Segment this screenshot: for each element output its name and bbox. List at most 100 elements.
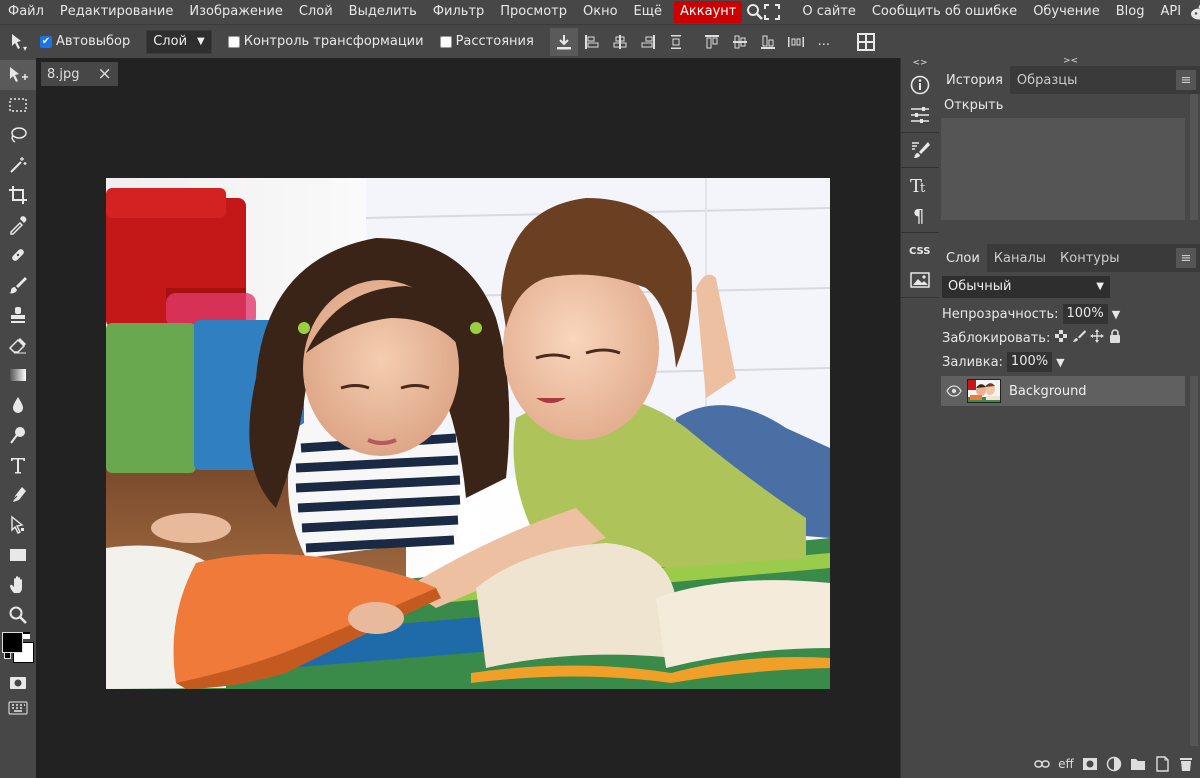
default-colors-icon[interactable] bbox=[4, 652, 11, 659]
quick-mask-icon[interactable] bbox=[0, 668, 36, 698]
transform-controls-checkbox[interactable]: Контроль трансформации bbox=[227, 34, 424, 49]
menu-file[interactable]: Файл bbox=[0, 0, 52, 24]
align-bottom-icon[interactable] bbox=[754, 28, 782, 56]
link-layers-icon[interactable] bbox=[1032, 754, 1052, 774]
image-icon[interactable] bbox=[901, 265, 939, 295]
menu-layer[interactable]: Слой bbox=[291, 0, 341, 24]
tab-channels[interactable]: Каналы bbox=[987, 244, 1053, 272]
opacity-input[interactable]: 100% bbox=[1062, 304, 1108, 324]
zoom-tool-icon[interactable] bbox=[0, 600, 36, 630]
transform-controls-box[interactable] bbox=[227, 35, 240, 48]
delete-layer-icon[interactable] bbox=[1176, 754, 1196, 774]
align-right-icon[interactable] bbox=[634, 28, 662, 56]
gradient-tool-icon[interactable] bbox=[0, 360, 36, 390]
fill-input[interactable]: 100% bbox=[1006, 352, 1053, 372]
color-swatches[interactable] bbox=[0, 630, 36, 668]
align-hcenter-icon[interactable] bbox=[606, 28, 634, 56]
move-tool-preset-icon[interactable]: ▾ bbox=[0, 28, 40, 56]
blend-mode-select[interactable]: Обычный ▼ bbox=[942, 276, 1110, 298]
menu-more[interactable]: Ещё bbox=[626, 0, 670, 24]
rectangle-tool-icon[interactable] bbox=[0, 540, 36, 570]
panel-menu-icon[interactable]: ≡ bbox=[1176, 70, 1196, 90]
lock-pixels-icon[interactable] bbox=[1072, 329, 1087, 347]
move-tool-icon[interactable] bbox=[0, 60, 36, 90]
new-group-icon[interactable] bbox=[1128, 754, 1148, 774]
autoselect-target-select[interactable]: Слой ▼ bbox=[146, 29, 212, 54]
new-layer-icon[interactable] bbox=[1152, 754, 1172, 774]
tab-history[interactable]: История bbox=[939, 66, 1010, 94]
download-icon[interactable] bbox=[549, 27, 578, 56]
menu-edit[interactable]: Редактирование bbox=[52, 0, 181, 24]
marquee-tool-icon[interactable] bbox=[0, 90, 36, 120]
expand-panels-toggle[interactable]: >< bbox=[1063, 56, 1078, 66]
character-icon[interactable]: Tt bbox=[901, 170, 939, 200]
menu-select[interactable]: Выделить bbox=[341, 0, 425, 24]
eyedropper-tool-icon[interactable] bbox=[0, 210, 36, 240]
distribute-vertical-icon[interactable] bbox=[782, 28, 810, 56]
keyboard-icon[interactable] bbox=[0, 698, 36, 718]
eye-icon[interactable] bbox=[941, 385, 967, 397]
path-selection-tool-icon[interactable] bbox=[0, 510, 36, 540]
more-options-button[interactable]: ... bbox=[810, 28, 838, 56]
tab-layers[interactable]: Слои bbox=[939, 244, 987, 272]
menu-view[interactable]: Просмотр bbox=[492, 0, 575, 24]
healing-brush-tool-icon[interactable] bbox=[0, 240, 36, 270]
layer-effects-button[interactable]: eff bbox=[1056, 754, 1076, 774]
swap-colors-icon[interactable] bbox=[23, 632, 30, 639]
link-about[interactable]: О сайте bbox=[794, 0, 864, 24]
menu-image[interactable]: Изображение bbox=[181, 0, 290, 24]
distances-box[interactable] bbox=[439, 35, 452, 48]
lock-transparency-icon[interactable] bbox=[1054, 329, 1068, 347]
brush-tool-icon[interactable] bbox=[0, 270, 36, 300]
eraser-tool-icon[interactable] bbox=[0, 330, 36, 360]
add-mask-icon[interactable] bbox=[1080, 754, 1100, 774]
link-blog[interactable]: Blog bbox=[1108, 0, 1153, 24]
fill-dropdown-icon[interactable]: ▼ bbox=[1056, 356, 1064, 369]
autoselect-check-icon[interactable]: ✔ bbox=[40, 35, 52, 48]
link-learn[interactable]: Обучение bbox=[1025, 0, 1108, 24]
type-tool-icon[interactable] bbox=[0, 450, 36, 480]
history-scrollbar[interactable] bbox=[1190, 94, 1198, 220]
link-report-bug[interactable]: Сообщить об ошибке bbox=[864, 0, 1025, 24]
adjustments-icon[interactable] bbox=[901, 100, 939, 130]
account-button[interactable]: Аккаунт bbox=[674, 1, 743, 23]
magic-wand-tool-icon[interactable] bbox=[0, 150, 36, 180]
lock-all-icon[interactable] bbox=[1108, 329, 1122, 347]
stamp-tool-icon[interactable] bbox=[0, 300, 36, 330]
menu-window[interactable]: Окно bbox=[575, 0, 626, 24]
hand-tool-icon[interactable] bbox=[0, 570, 36, 600]
align-left-icon[interactable] bbox=[578, 28, 606, 56]
document-tab[interactable]: 8.jpg × bbox=[41, 62, 118, 86]
crop-tool-icon[interactable] bbox=[0, 180, 36, 210]
distribute-horizontal-icon[interactable] bbox=[662, 28, 690, 56]
paragraph-icon[interactable]: ¶ bbox=[901, 200, 939, 230]
close-icon[interactable]: × bbox=[98, 64, 112, 84]
css-icon[interactable]: CSS bbox=[901, 235, 939, 265]
tab-paths[interactable]: Контуры bbox=[1053, 244, 1126, 272]
history-item[interactable]: Открыть bbox=[939, 94, 1200, 118]
tab-swatches[interactable]: Образцы bbox=[1010, 66, 1085, 94]
align-top-icon[interactable] bbox=[698, 28, 726, 56]
pen-tool-icon[interactable] bbox=[0, 480, 36, 510]
lasso-tool-icon[interactable] bbox=[0, 120, 36, 150]
fullscreen-icon[interactable] bbox=[764, 0, 781, 24]
panel-menu-icon[interactable]: ≡ bbox=[1176, 248, 1196, 268]
search-icon[interactable] bbox=[746, 0, 764, 24]
image-canvas[interactable] bbox=[106, 178, 830, 689]
distances-checkbox[interactable]: Расстояния bbox=[439, 34, 534, 49]
info-icon[interactable] bbox=[901, 70, 939, 100]
blur-tool-icon[interactable] bbox=[0, 390, 36, 420]
grid-layout-icon[interactable] bbox=[852, 28, 880, 56]
align-vcenter-icon[interactable] bbox=[726, 28, 754, 56]
collapse-panels-toggle[interactable]: <> bbox=[901, 58, 939, 68]
autoselect-checkbox[interactable]: ✔ Автовыбор bbox=[40, 34, 130, 49]
link-api[interactable]: API bbox=[1153, 0, 1190, 24]
lock-position-icon[interactable] bbox=[1090, 329, 1105, 347]
brush-settings-icon[interactable] bbox=[901, 135, 939, 165]
layer-row[interactable]: Background bbox=[941, 376, 1185, 406]
opacity-dropdown-icon[interactable]: ▼ bbox=[1112, 308, 1120, 321]
dodge-tool-icon[interactable] bbox=[0, 420, 36, 450]
reddit-icon[interactable] bbox=[1189, 0, 1200, 24]
menu-filter[interactable]: Фильтр bbox=[425, 0, 492, 24]
adjustment-layer-icon[interactable] bbox=[1104, 754, 1124, 774]
